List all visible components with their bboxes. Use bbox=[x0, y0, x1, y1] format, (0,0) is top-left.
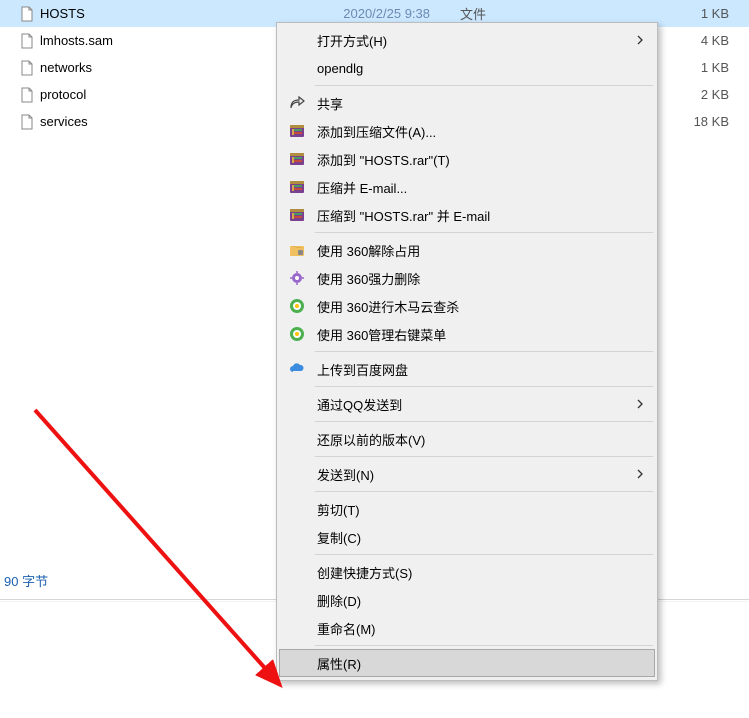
menu-separator bbox=[315, 421, 653, 422]
virus-icon bbox=[285, 266, 309, 290]
menu-label: 使用 360管理右键菜单 bbox=[317, 325, 645, 344]
winrar-icon bbox=[285, 203, 309, 227]
menu-label: 添加到压缩文件(A)... bbox=[317, 122, 645, 141]
menu-label: 添加到 "HOSTS.rar"(T) bbox=[317, 150, 645, 169]
chevron-right-icon bbox=[635, 469, 645, 479]
menu-label: 剪切(T) bbox=[317, 500, 645, 519]
file-icon bbox=[18, 113, 36, 131]
menu-restore-previous[interactable]: 还原以前的版本(V) bbox=[279, 425, 655, 453]
file-icon bbox=[18, 86, 36, 104]
menu-separator bbox=[315, 491, 653, 492]
menu-label: 属性(R) bbox=[317, 654, 645, 673]
menu-label: opendlg bbox=[317, 61, 645, 76]
menu-share[interactable]: 共享 bbox=[279, 89, 655, 117]
menu-label: 复制(C) bbox=[317, 528, 645, 547]
menu-opendlg[interactable]: opendlg bbox=[279, 54, 655, 82]
winrar-icon bbox=[285, 147, 309, 171]
share-icon bbox=[285, 91, 309, 115]
baidu-cloud-icon bbox=[285, 357, 309, 381]
file-icon bbox=[18, 5, 36, 23]
menu-label: 创建快捷方式(S) bbox=[317, 563, 645, 582]
menu-add-hosts-rar[interactable]: 添加到 "HOSTS.rar"(T) bbox=[279, 145, 655, 173]
menu-copy[interactable]: 复制(C) bbox=[279, 523, 655, 551]
menu-label: 使用 360进行木马云查杀 bbox=[317, 297, 645, 316]
menu-label: 使用 360强力删除 bbox=[317, 269, 645, 288]
chevron-right-icon bbox=[635, 35, 645, 45]
menu-label: 发送到(N) bbox=[317, 465, 635, 484]
context-menu: 打开方式(H) opendlg 共享 添加到压缩文件(A)... 添加到 "HO… bbox=[276, 22, 658, 681]
menu-send-qq[interactable]: 通过QQ发送到 bbox=[279, 390, 655, 418]
menu-label: 上传到百度网盘 bbox=[317, 360, 645, 379]
menu-send-to[interactable]: 发送到(N) bbox=[279, 460, 655, 488]
menu-separator bbox=[315, 386, 653, 387]
chevron-right-icon bbox=[635, 399, 645, 409]
file-type: 文件 bbox=[460, 4, 540, 23]
menu-separator bbox=[315, 456, 653, 457]
menu-label: 删除(D) bbox=[317, 591, 645, 610]
file-icon bbox=[18, 32, 36, 50]
menu-upload-baidu[interactable]: 上传到百度网盘 bbox=[279, 355, 655, 383]
menu-label: 压缩到 "HOSTS.rar" 并 E-mail bbox=[317, 206, 645, 225]
menu-separator bbox=[315, 232, 653, 233]
menu-label: 重命名(M) bbox=[317, 619, 645, 638]
menu-label: 共享 bbox=[317, 94, 645, 113]
menu-separator bbox=[315, 645, 653, 646]
menu-compress-email[interactable]: 压缩并 E-mail... bbox=[279, 173, 655, 201]
menu-separator bbox=[315, 554, 653, 555]
folder-lock-icon bbox=[285, 238, 309, 262]
menu-label: 打开方式(H) bbox=[317, 31, 635, 50]
file-size: 1 KB bbox=[540, 6, 749, 21]
menu-label: 压缩并 E-mail... bbox=[317, 178, 645, 197]
annotation-arrow bbox=[25, 400, 305, 700]
menu-cut[interactable]: 剪切(T) bbox=[279, 495, 655, 523]
file-name: HOSTS bbox=[40, 6, 330, 21]
360-icon bbox=[285, 322, 309, 346]
menu-360-manage-menu[interactable]: 使用 360管理右键菜单 bbox=[279, 320, 655, 348]
menu-compress-hosts-email[interactable]: 压缩到 "HOSTS.rar" 并 E-mail bbox=[279, 201, 655, 229]
menu-add-archive[interactable]: 添加到压缩文件(A)... bbox=[279, 117, 655, 145]
file-icon bbox=[18, 59, 36, 77]
file-date: 2020/2/25 9:38 bbox=[330, 6, 460, 21]
menu-360-force-delete[interactable]: 使用 360强力删除 bbox=[279, 264, 655, 292]
winrar-icon bbox=[285, 175, 309, 199]
menu-rename[interactable]: 重命名(M) bbox=[279, 614, 655, 642]
menu-separator bbox=[315, 85, 653, 86]
menu-label: 还原以前的版本(V) bbox=[317, 430, 645, 449]
menu-label: 通过QQ发送到 bbox=[317, 395, 635, 414]
menu-create-shortcut[interactable]: 创建快捷方式(S) bbox=[279, 558, 655, 586]
menu-open-with[interactable]: 打开方式(H) bbox=[279, 26, 655, 54]
menu-properties[interactable]: 属性(R) bbox=[279, 649, 655, 677]
status-bar: 90 字节 bbox=[0, 569, 52, 592]
menu-label: 使用 360解除占用 bbox=[317, 241, 645, 260]
360-icon bbox=[285, 294, 309, 318]
menu-delete[interactable]: 删除(D) bbox=[279, 586, 655, 614]
menu-360-unlock[interactable]: 使用 360解除占用 bbox=[279, 236, 655, 264]
menu-360-trojan-scan[interactable]: 使用 360进行木马云查杀 bbox=[279, 292, 655, 320]
menu-separator bbox=[315, 351, 653, 352]
winrar-icon bbox=[285, 119, 309, 143]
